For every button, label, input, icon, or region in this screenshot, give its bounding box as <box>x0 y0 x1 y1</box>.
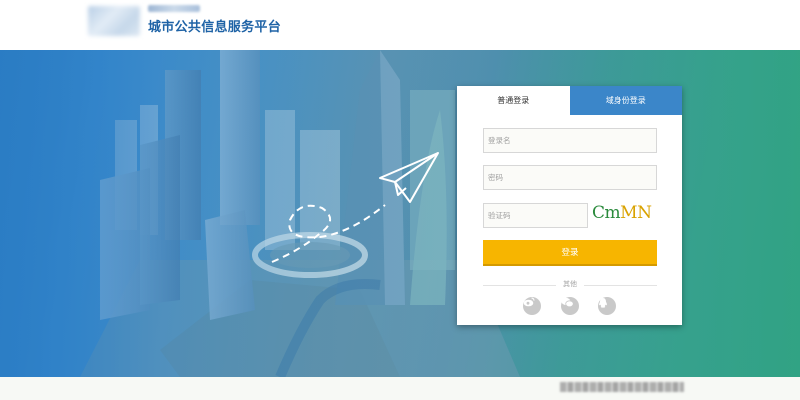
tab-domain-login[interactable]: 域身份登录 <box>569 86 682 115</box>
username-input[interactable] <box>483 128 657 153</box>
weibo-icon[interactable] <box>523 297 541 315</box>
captcha-char: C <box>592 203 605 223</box>
other-login-label: 其他 <box>556 279 584 289</box>
captcha-char: M <box>620 203 638 223</box>
tab-normal-login[interactable]: 普通登录 <box>457 86 570 115</box>
captcha-char: m <box>604 203 621 223</box>
login-panel: 普通登录 域身份登录 CmMN 登录 其他 <box>457 86 682 325</box>
login-tabs: 普通登录 域身份登录 <box>457 86 682 115</box>
qq-icon[interactable] <box>598 297 616 315</box>
password-input[interactable] <box>483 165 657 190</box>
login-button[interactable]: 登录 <box>483 240 657 266</box>
hero-banner: 普通登录 域身份登录 CmMN 登录 其他 <box>0 50 800 377</box>
wechat-icon[interactable] <box>561 297 579 315</box>
site-title: 城市公共信息服务平台 <box>148 20 282 35</box>
footer-copyright-blurred <box>560 382 684 392</box>
captcha-char: N <box>637 203 652 223</box>
captcha-input[interactable] <box>483 203 588 228</box>
site-header: 城市公共信息服务平台 <box>0 0 800 50</box>
captcha-image[interactable]: CmMN <box>592 203 652 223</box>
site-logo[interactable] <box>88 6 140 36</box>
site-subtitle-blurred <box>148 5 200 12</box>
